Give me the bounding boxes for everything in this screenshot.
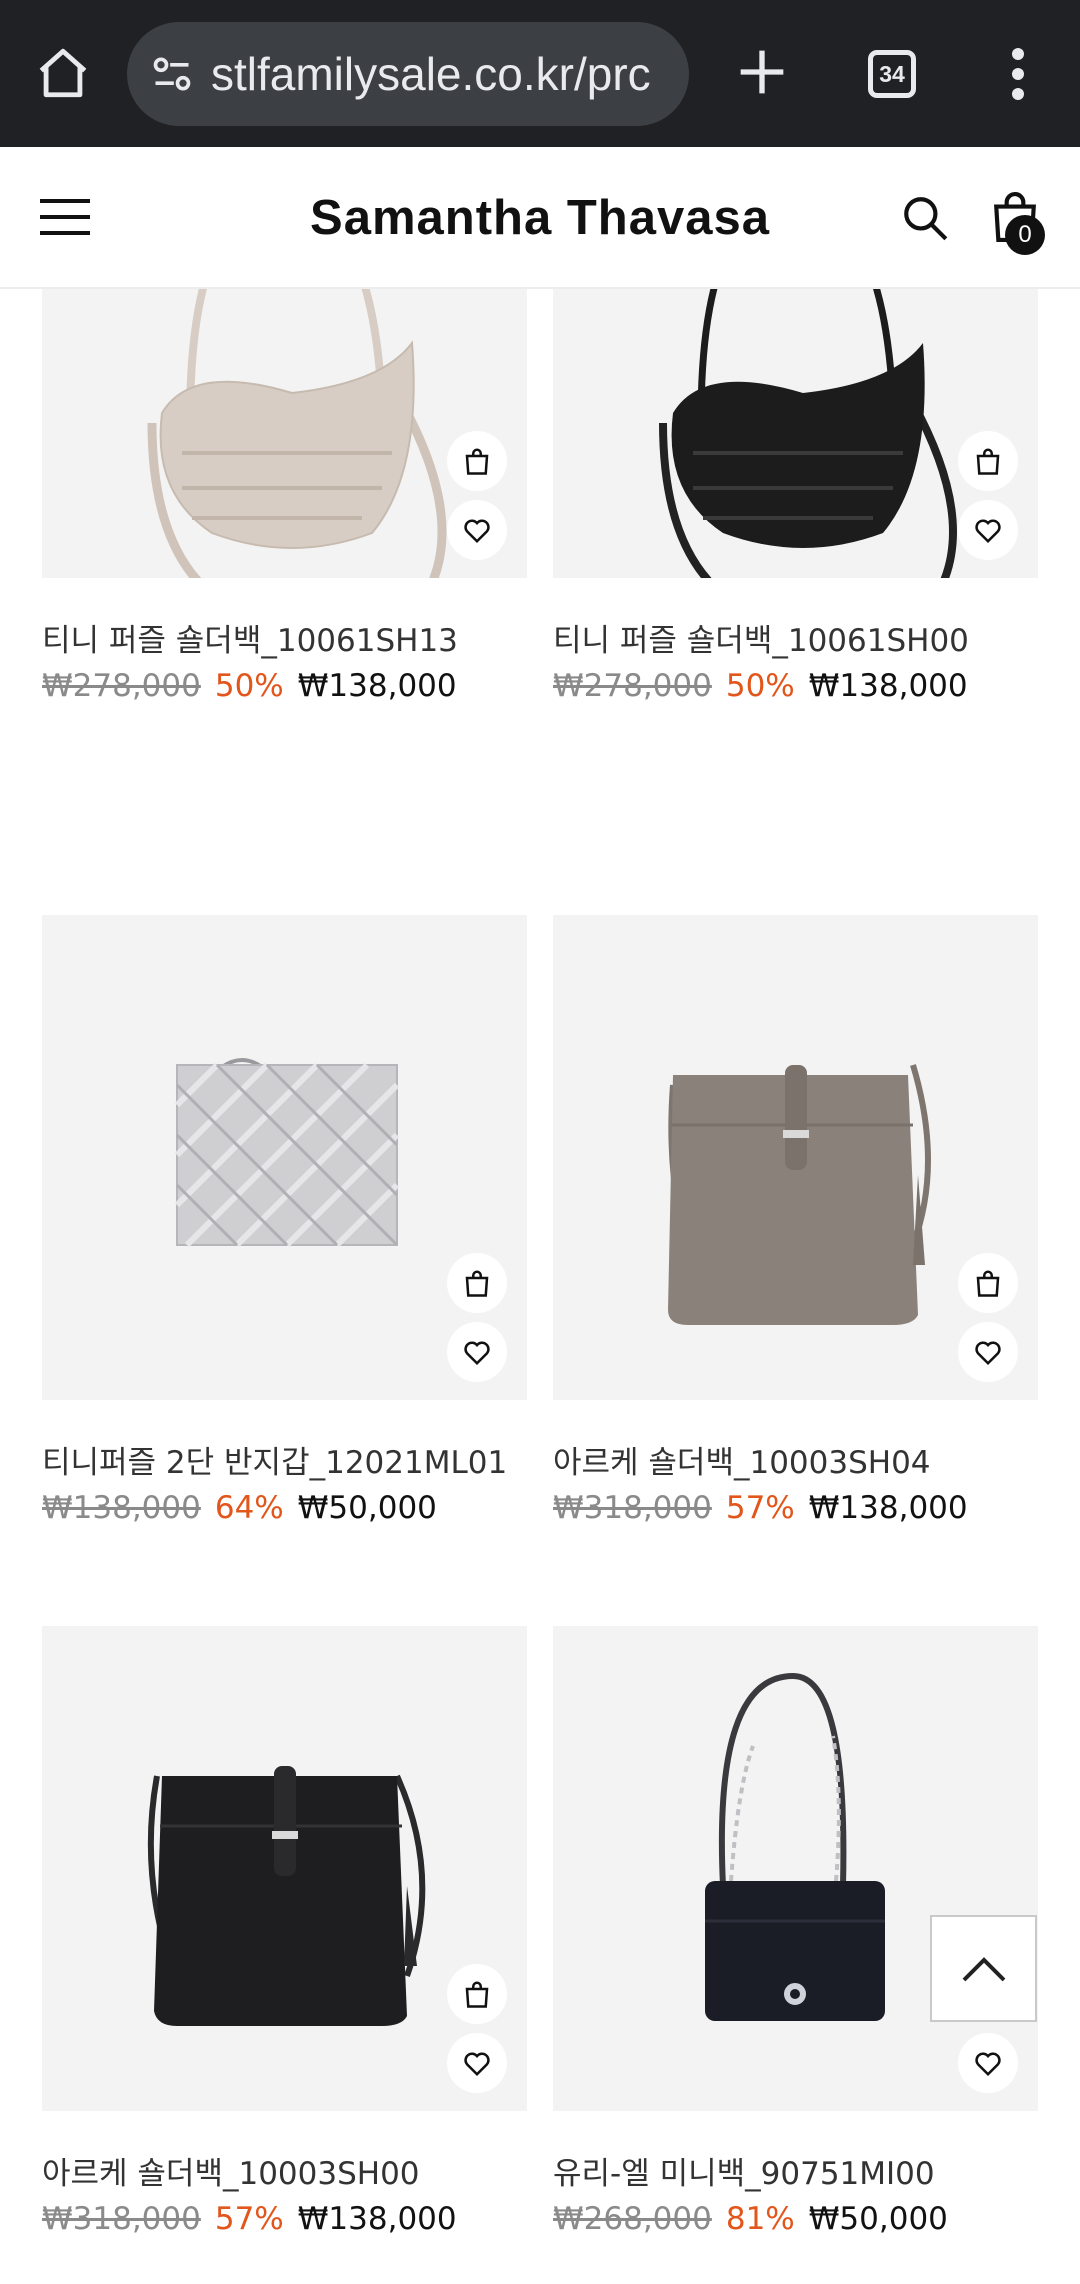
product-name[interactable]: 아르케 숄더백_10003SH00 xyxy=(42,2148,562,2193)
hamburger-menu-icon[interactable] xyxy=(40,197,90,237)
sale-price: ₩138,000 xyxy=(297,2201,457,2237)
browser-toolbar: stlfamilysale.co.kr/prc 34 xyxy=(0,0,1080,147)
search-icon[interactable] xyxy=(900,193,950,243)
wishlist-heart-button[interactable] xyxy=(447,1322,507,1382)
add-to-cart-button[interactable] xyxy=(447,1253,507,1313)
price-row: ₩278,000 50% ₩138,000 xyxy=(553,668,1073,704)
price-row: ₩138,000 64% ₩50,000 xyxy=(42,1490,562,1526)
sale-price: ₩50,000 xyxy=(808,2201,948,2237)
wishlist-heart-button[interactable] xyxy=(447,500,507,560)
cart-count-badge: 0 xyxy=(1005,215,1045,255)
wishlist-heart-button[interactable] xyxy=(958,500,1018,560)
product-image[interactable] xyxy=(42,1626,527,2111)
wishlist-heart-button[interactable] xyxy=(958,2033,1018,2093)
url-text: stlfamilysale.co.kr/prc xyxy=(211,48,651,100)
sale-price: ₩50,000 xyxy=(297,1490,437,1526)
original-price: ₩268,000 xyxy=(553,2201,712,2237)
tab-switcher-button[interactable]: 34 xyxy=(868,50,916,98)
site-header: Samantha Thavasa xyxy=(0,147,1080,289)
sale-price: ₩138,000 xyxy=(808,668,968,704)
wishlist-heart-button[interactable] xyxy=(958,1322,1018,1382)
product-name[interactable]: 티니퍼즐 2단 반지갑_12021ML01 xyxy=(42,1437,562,1482)
scroll-to-top-button[interactable] xyxy=(930,1915,1037,2022)
product-name[interactable]: 티니 퍼즐 숄더백_10061SH00 xyxy=(553,615,1073,660)
product-image[interactable] xyxy=(553,1626,1038,2111)
add-to-cart-button[interactable] xyxy=(447,1964,507,2024)
product-name[interactable]: 유리-엘 미니백_90751MI00 xyxy=(553,2148,1073,2193)
price-row: ₩278,000 50% ₩138,000 xyxy=(42,668,562,704)
discount-rate: 57% xyxy=(214,2201,284,2237)
price-row: ₩318,000 57% ₩138,000 xyxy=(42,2201,562,2237)
address-bar[interactable]: stlfamilysale.co.kr/prc xyxy=(127,22,689,126)
original-price: ₩138,000 xyxy=(42,1490,201,1526)
product-name[interactable]: 티니 퍼즐 숄더백_10061SH13 xyxy=(42,615,562,660)
original-price: ₩278,000 xyxy=(42,668,201,704)
sale-price: ₩138,000 xyxy=(808,1490,968,1526)
original-price: ₩318,000 xyxy=(42,2201,201,2237)
price-row: ₩318,000 57% ₩138,000 xyxy=(553,1490,1073,1526)
new-tab-icon[interactable] xyxy=(730,40,794,104)
site-settings-icon[interactable] xyxy=(149,52,195,96)
home-icon[interactable] xyxy=(30,40,96,106)
product-grid: 티니 퍼즐 숄더백_10061SH13 ₩278,000 50% ₩138,000 … xyxy=(0,289,1080,2284)
wishlist-heart-button[interactable] xyxy=(447,2033,507,2093)
price-row: ₩268,000 81% ₩50,000 xyxy=(553,2201,1073,2237)
add-to-cart-button[interactable] xyxy=(958,431,1018,491)
discount-rate: 57% xyxy=(725,1490,795,1526)
add-to-cart-button[interactable] xyxy=(447,431,507,491)
discount-rate: 64% xyxy=(214,1490,284,1526)
discount-rate: 50% xyxy=(725,668,795,704)
original-price: ₩278,000 xyxy=(553,668,712,704)
original-price: ₩318,000 xyxy=(553,1490,712,1526)
sale-price: ₩138,000 xyxy=(297,668,457,704)
more-options-icon[interactable] xyxy=(1000,44,1036,104)
discount-rate: 50% xyxy=(214,668,284,704)
product-image[interactable] xyxy=(42,915,527,1400)
product-name[interactable]: 아르케 숄더백_10003SH04 xyxy=(553,1437,1073,1482)
product-image[interactable] xyxy=(553,915,1038,1400)
discount-rate: 81% xyxy=(725,2201,795,2237)
add-to-cart-button[interactable] xyxy=(958,1253,1018,1313)
